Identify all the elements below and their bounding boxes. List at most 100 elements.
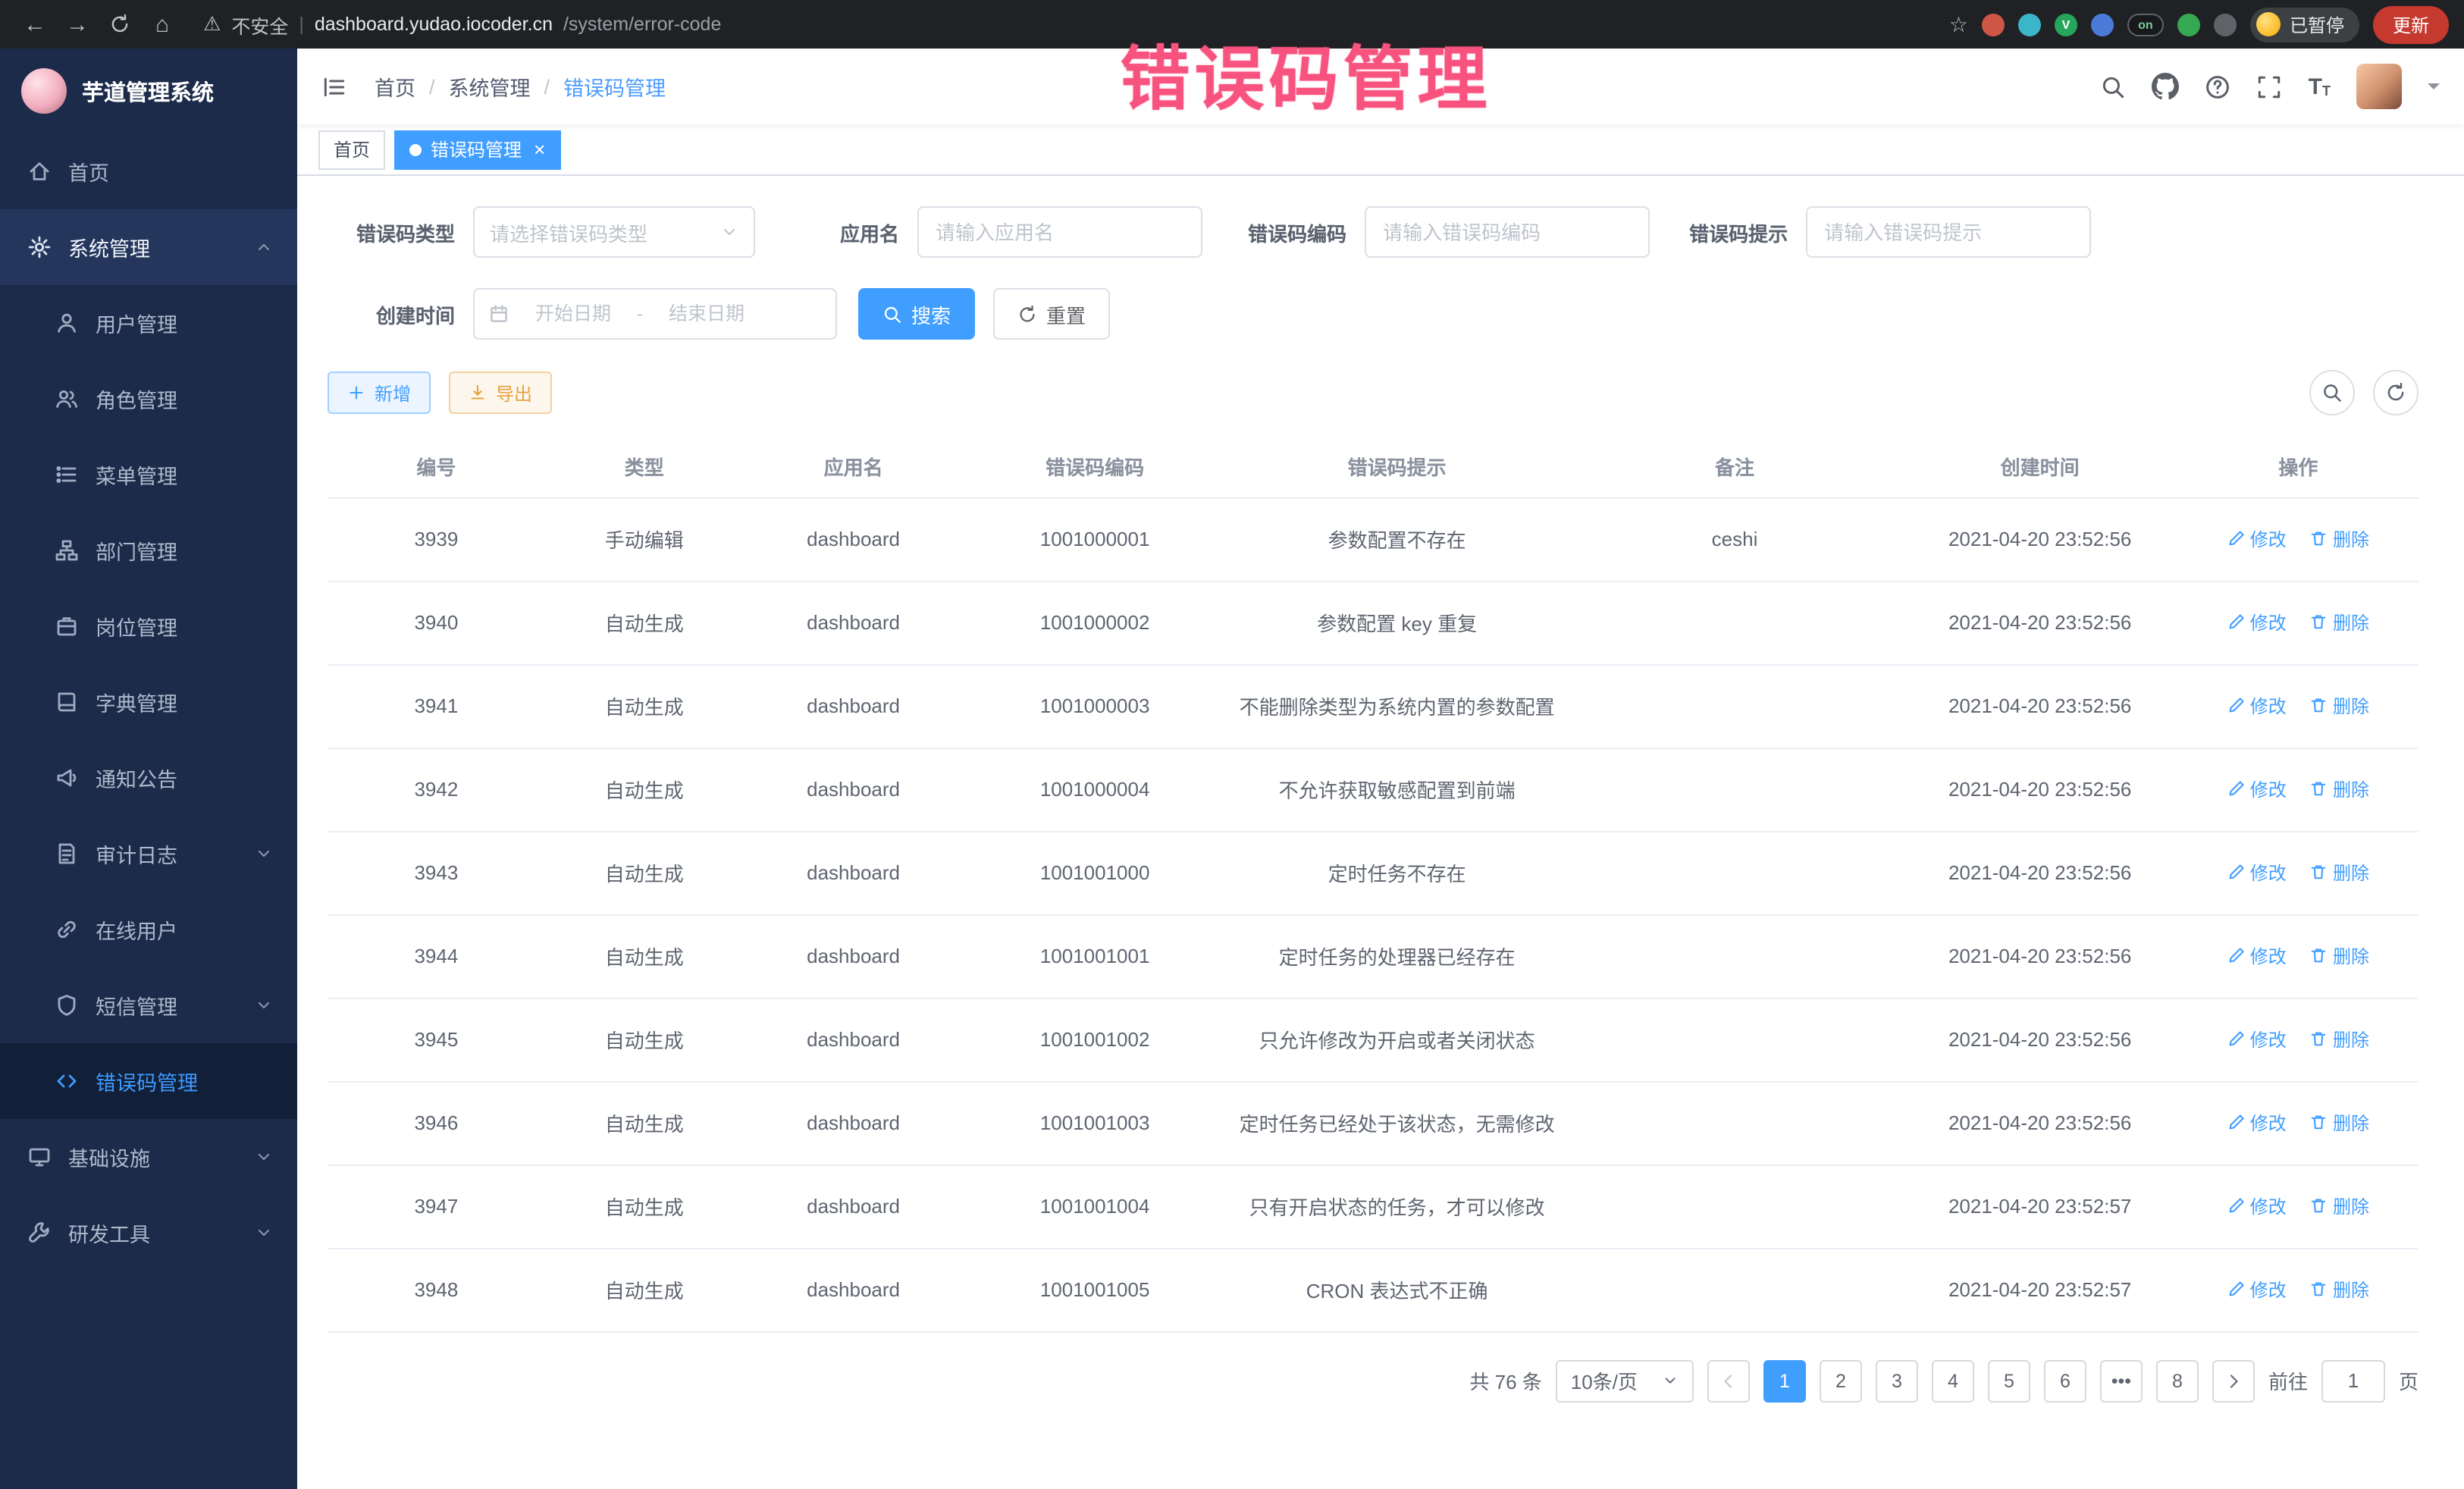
bookmark-star-icon[interactable]: ☆ [1949, 11, 1968, 37]
delete-link[interactable]: 删除 [2310, 1110, 2369, 1136]
page-number-button[interactable]: 4 [1932, 1359, 1974, 1402]
sidebar-item-posts[interactable]: 岗位管理 [0, 588, 297, 664]
edit-link[interactable]: 修改 [2227, 860, 2287, 886]
tab-home[interactable]: 首页 [318, 130, 385, 169]
forward-icon[interactable]: → [58, 5, 97, 44]
github-icon[interactable] [2152, 73, 2180, 100]
sidebar-item-notices[interactable]: 通知公告 [0, 740, 297, 816]
chevron-down-icon [255, 1224, 273, 1242]
cell-actions: 修改 删除 [2178, 914, 2419, 998]
breadcrumb-item[interactable]: 系统管理 [449, 71, 531, 102]
delete-link[interactable]: 删除 [2310, 1277, 2369, 1302]
delete-link[interactable]: 删除 [2310, 693, 2369, 719]
breadcrumb-item[interactable]: 首页 [375, 71, 415, 102]
edit-link[interactable]: 修改 [2227, 610, 2287, 635]
start-date-input[interactable] [516, 303, 631, 324]
page-number-button[interactable]: 8 [2156, 1359, 2199, 1402]
reload-icon[interactable] [100, 5, 140, 44]
search-icon[interactable] [2101, 74, 2127, 99]
avatar-dropdown-caret-icon[interactable] [2428, 83, 2440, 96]
page-number-button[interactable]: 5 [1988, 1359, 2030, 1402]
extension-icon[interactable] [1982, 13, 2005, 36]
collapse-sidebar-icon[interactable] [321, 74, 347, 99]
extension-on-icon[interactable]: on [2127, 13, 2164, 36]
extension-icon[interactable] [2177, 13, 2200, 36]
home-icon[interactable]: ⌂ [143, 5, 182, 44]
page-size-select[interactable]: 10条/页 [1556, 1359, 1694, 1402]
tab-error-codes[interactable]: 错误码管理 × [394, 130, 560, 169]
export-button[interactable]: 导出 [449, 371, 552, 414]
sidebar-item-departments[interactable]: 部门管理 [0, 513, 297, 588]
sidebar-logo[interactable]: 芋道管理系统 [0, 49, 297, 133]
edit-link[interactable]: 修改 [2227, 776, 2287, 802]
search-button[interactable]: 搜索 [858, 288, 975, 340]
update-button[interactable]: 更新 [2373, 5, 2449, 43]
page-number-button[interactable]: 6 [2044, 1359, 2086, 1402]
error-hint-input[interactable] [1806, 206, 2091, 258]
fullscreen-icon[interactable] [2257, 74, 2283, 99]
back-icon[interactable]: ← [15, 5, 55, 44]
app-name-input[interactable] [917, 206, 1202, 258]
edit-link[interactable]: 修改 [2227, 526, 2287, 552]
delete-link[interactable]: 删除 [2310, 1027, 2369, 1052]
help-icon[interactable] [2205, 74, 2231, 99]
table-row: 3944 自动生成 dashboard 1001001001 定时任务的处理器已… [328, 914, 2419, 998]
address-divider: | [299, 14, 304, 35]
url-host: dashboard.yudao.iocoder.cn [315, 14, 553, 35]
download-icon [469, 384, 487, 402]
edit-link[interactable]: 修改 [2227, 943, 2287, 969]
sidebar-item-sms[interactable]: 短信管理 [0, 967, 297, 1043]
paused-badge[interactable]: 已暂停 [2250, 7, 2359, 42]
edit-link[interactable]: 修改 [2227, 1277, 2287, 1302]
extension-icon[interactable]: V [2055, 13, 2077, 36]
page-number-button[interactable]: ••• [2100, 1359, 2143, 1402]
wrench-icon [27, 1221, 53, 1245]
sidebar-item-online-users[interactable]: 在线用户 [0, 892, 297, 967]
extension-icon[interactable] [2214, 13, 2237, 36]
sidebar-item-menus[interactable]: 菜单管理 [0, 437, 297, 513]
goto-page-input[interactable] [2321, 1359, 2385, 1402]
delete-link[interactable]: 删除 [2310, 860, 2369, 886]
reset-button[interactable]: 重置 [993, 288, 1110, 340]
sidebar-item-system[interactable]: 系统管理 [0, 209, 297, 285]
page-number-button[interactable]: 1 [1763, 1359, 1806, 1402]
delete-link[interactable]: 删除 [2310, 610, 2369, 635]
close-icon[interactable]: × [534, 139, 545, 159]
sidebar-item-users[interactable]: 用户管理 [0, 285, 297, 361]
date-range-picker[interactable]: - [473, 288, 837, 340]
sidebar-item-roles[interactable]: 角色管理 [0, 361, 297, 437]
page-number-button[interactable]: 3 [1876, 1359, 1918, 1402]
next-page-button[interactable] [2212, 1359, 2255, 1402]
security-label: 不安全 [231, 10, 288, 39]
sidebar-item-dev-tools[interactable]: 研发工具 [0, 1195, 297, 1271]
trash-icon [2310, 530, 2328, 548]
page-buttons: 1 2 3 4 5 6 ••• [1763, 1359, 2199, 1402]
error-code-input[interactable] [1365, 206, 1650, 258]
delete-link[interactable]: 删除 [2310, 1193, 2369, 1219]
end-date-input[interactable] [649, 303, 764, 324]
delete-link[interactable]: 删除 [2310, 776, 2369, 802]
prev-page-button[interactable] [1707, 1359, 1750, 1402]
edit-link[interactable]: 修改 [2227, 1193, 2287, 1219]
extension-icon[interactable] [2018, 13, 2041, 36]
edit-link[interactable]: 修改 [2227, 1027, 2287, 1052]
toggle-search-button[interactable] [2309, 370, 2355, 415]
error-type-select[interactable]: 请选择错误码类型 [473, 206, 755, 258]
add-button[interactable]: 新增 [328, 371, 431, 414]
edit-link[interactable]: 修改 [2227, 1110, 2287, 1136]
sidebar-item-dictionary[interactable]: 字典管理 [0, 664, 297, 740]
delete-link[interactable]: 删除 [2310, 526, 2369, 552]
refresh-table-button[interactable] [2373, 370, 2419, 415]
user-avatar[interactable] [2356, 64, 2402, 109]
breadcrumb-separator: / [544, 75, 550, 98]
sidebar-item-home[interactable]: 首页 [0, 133, 297, 209]
address-bar[interactable]: ⚠ 不安全 | dashboard.yudao.iocoder.cn/syste… [203, 10, 721, 39]
sidebar-item-audit-log[interactable]: 审计日志 [0, 816, 297, 892]
font-size-icon[interactable]: TT [2309, 75, 2331, 98]
delete-link[interactable]: 删除 [2310, 943, 2369, 969]
sidebar-item-infrastructure[interactable]: 基础设施 [0, 1119, 297, 1195]
edit-link[interactable]: 修改 [2227, 693, 2287, 719]
page-number-button[interactable]: 2 [1820, 1359, 1862, 1402]
sidebar-item-error-codes[interactable]: 错误码管理 [0, 1043, 297, 1119]
extension-icon[interactable] [2091, 13, 2114, 36]
